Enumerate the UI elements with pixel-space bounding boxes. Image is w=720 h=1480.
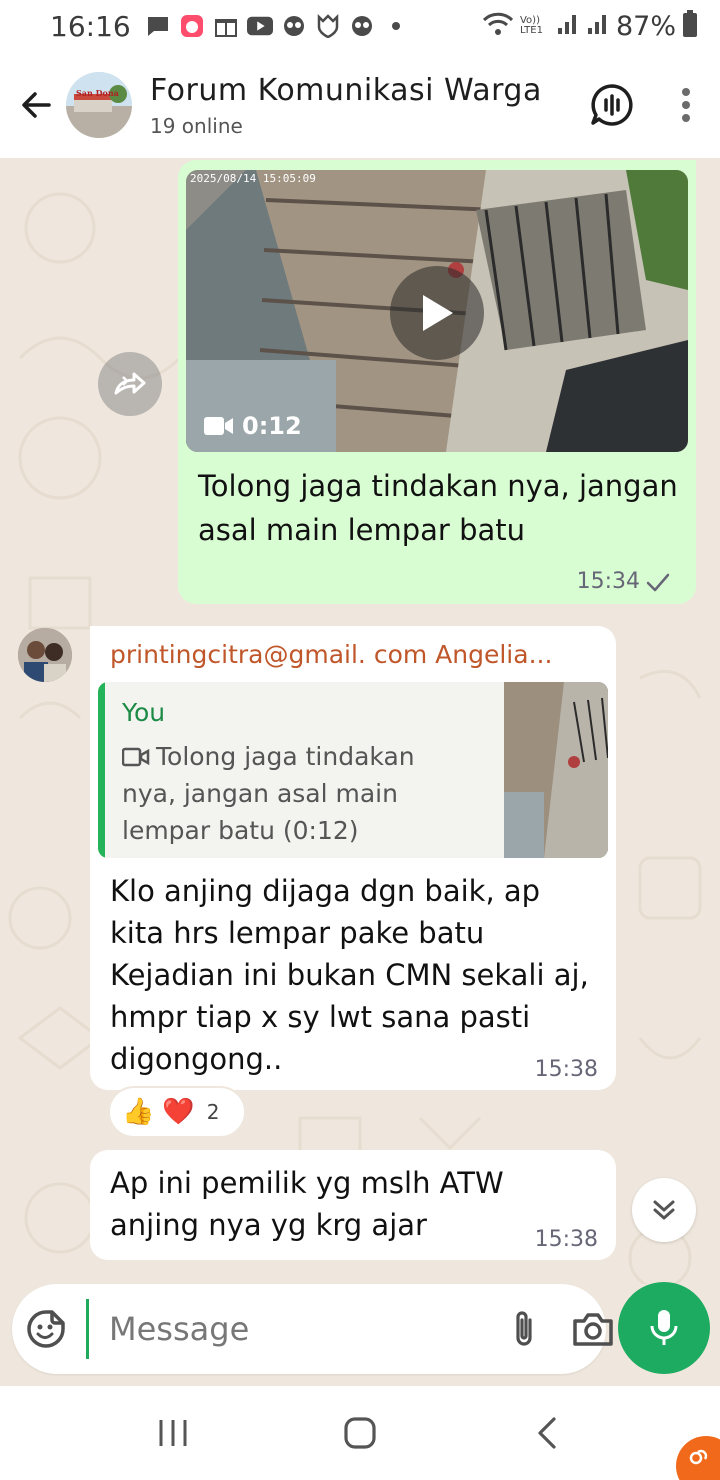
chat-title: Forum Komunikasi Warga (150, 72, 542, 108)
thumbs-up-reaction-icon: 👍 (122, 1097, 155, 1127)
incoming-message-text-2: Ap ini pemilik yg mslh ATW anjing nya yg… (110, 1166, 504, 1242)
group-photo-icon (66, 72, 132, 138)
more-options-button[interactable] (666, 75, 706, 135)
quote-author: You (122, 698, 166, 727)
chat-subtitle: 19 online (150, 113, 243, 138)
sender-name[interactable]: printingcitra@gmail. com Angelia... (110, 640, 552, 669)
forward-icon (114, 372, 146, 395)
microphone-icon (650, 1310, 678, 1345)
voice-record-button[interactable] (618, 1282, 710, 1374)
back-nav-button[interactable] (507, 1403, 587, 1463)
video-timestamp: 2025/08/14 15:05:09 (190, 172, 316, 185)
group-avatar[interactable]: San Dona (66, 72, 132, 138)
incoming-message-text: Klo anjing dijaga dgn baik, ap kita hrs … (110, 874, 589, 1076)
signal-icon (556, 12, 580, 40)
system-navigation-bar (0, 1386, 720, 1480)
more-notifications-dot-icon (383, 14, 409, 38)
chevron-left-icon (538, 1417, 556, 1449)
kebab-menu-icon (682, 88, 690, 122)
message-notification-icon (145, 14, 171, 38)
home-button[interactable] (320, 1403, 400, 1463)
message-input[interactable] (86, 1299, 508, 1359)
quoted-message[interactable]: You Tolong jaga tindakan nya, jangan asa… (98, 682, 608, 858)
youtube-icon (246, 14, 273, 38)
camera-button[interactable] (572, 1299, 614, 1359)
system-status: Vo)) LTE1 87% (482, 10, 698, 42)
incoming-message-bubble[interactable]: printingcitra@gmail. com Angelia... You … (90, 626, 616, 1090)
owl-app-icon-2 (349, 14, 375, 38)
incoming-message-bubble-2[interactable]: Ap ini pemilik yg mslh ATW anjing nya yg… (90, 1150, 616, 1260)
camera-icon (573, 1313, 613, 1346)
battery-icon (682, 10, 698, 42)
app-notification-icon (179, 14, 205, 38)
voice-chat-icon (591, 84, 633, 126)
link-icon (689, 1449, 708, 1465)
video-duration-label: 0:12 (242, 412, 302, 440)
reaction-count: 2 (206, 1100, 220, 1124)
forward-button[interactable] (98, 352, 162, 416)
sticker-button[interactable] (26, 1299, 66, 1359)
paperclip-icon (516, 1311, 532, 1346)
recent-apps-button[interactable] (133, 1403, 213, 1463)
chat-messages-area[interactable]: 2025/08/14 15:05:09 0:12 Tolong jaga tin… (0, 158, 720, 1284)
play-icon (423, 295, 453, 331)
quote-accent-bar (98, 682, 105, 858)
video-camera-icon (204, 417, 233, 435)
message-composer (12, 1284, 613, 1374)
quote-text-content: Tolong jaga tindakan nya, jangan asal ma… (122, 742, 415, 845)
battery-percent: 87% (615, 10, 676, 42)
signal-icon-2 (586, 12, 610, 40)
quote-thumbnail (504, 682, 608, 858)
volte-label: Vo)) LTE1 (519, 15, 543, 36)
home-icon (344, 1417, 376, 1449)
quote-preview-image (504, 682, 608, 858)
outgoing-message-text: Tolong jaga tindakan nya, jangan asal ma… (198, 469, 678, 547)
double-chevron-down-icon (653, 1200, 675, 1220)
sticker-icon (27, 1310, 65, 1348)
incoming-message-time-2: 15:38 (534, 1227, 598, 1252)
video-thumbnail[interactable]: 2025/08/14 15:05:09 0:12 (186, 170, 688, 452)
notification-icons (145, 14, 409, 38)
scroll-to-bottom-button[interactable] (632, 1178, 696, 1242)
recent-apps-icon (159, 1420, 187, 1446)
video-camera-icon (121, 747, 150, 767)
video-duration: 0:12 (204, 412, 302, 440)
wifi-icon (482, 12, 514, 40)
sender-photo-icon (18, 628, 72, 682)
back-button[interactable] (6, 75, 66, 135)
quote-text: Tolong jaga tindakan nya, jangan asal ma… (121, 738, 462, 849)
chat-header: San Dona Forum Komunikasi Warga 19 onlin… (0, 52, 720, 158)
incoming-message-time: 15:38 (534, 1057, 598, 1082)
voice-chat-button[interactable] (582, 75, 642, 135)
status-time: 16:16 (50, 9, 131, 43)
heart-reaction-icon: ❤️ (162, 1097, 195, 1127)
gift-icon (213, 14, 239, 38)
arrow-left-icon (22, 92, 51, 118)
outgoing-message-bubble[interactable]: 2025/08/14 15:05:09 0:12 Tolong jaga tin… (178, 160, 696, 604)
single-check-icon (646, 573, 670, 591)
sender-avatar[interactable] (18, 628, 72, 682)
status-bar: 16:16 Vo)) LTE1 87% (0, 0, 720, 52)
owl-app-icon (281, 14, 307, 38)
outgoing-message-meta: 15:34 (577, 569, 670, 594)
outgoing-message-time: 15:34 (576, 569, 640, 594)
shield-app-icon (315, 14, 341, 38)
chat-title-area[interactable]: Forum Komunikasi Warga 19 online (150, 73, 582, 138)
attach-button[interactable] (508, 1299, 540, 1359)
group-avatar-caption: San Dona (76, 88, 119, 98)
play-button[interactable] (390, 266, 484, 360)
message-reactions[interactable]: 👍 ❤️ 2 (108, 1086, 246, 1138)
